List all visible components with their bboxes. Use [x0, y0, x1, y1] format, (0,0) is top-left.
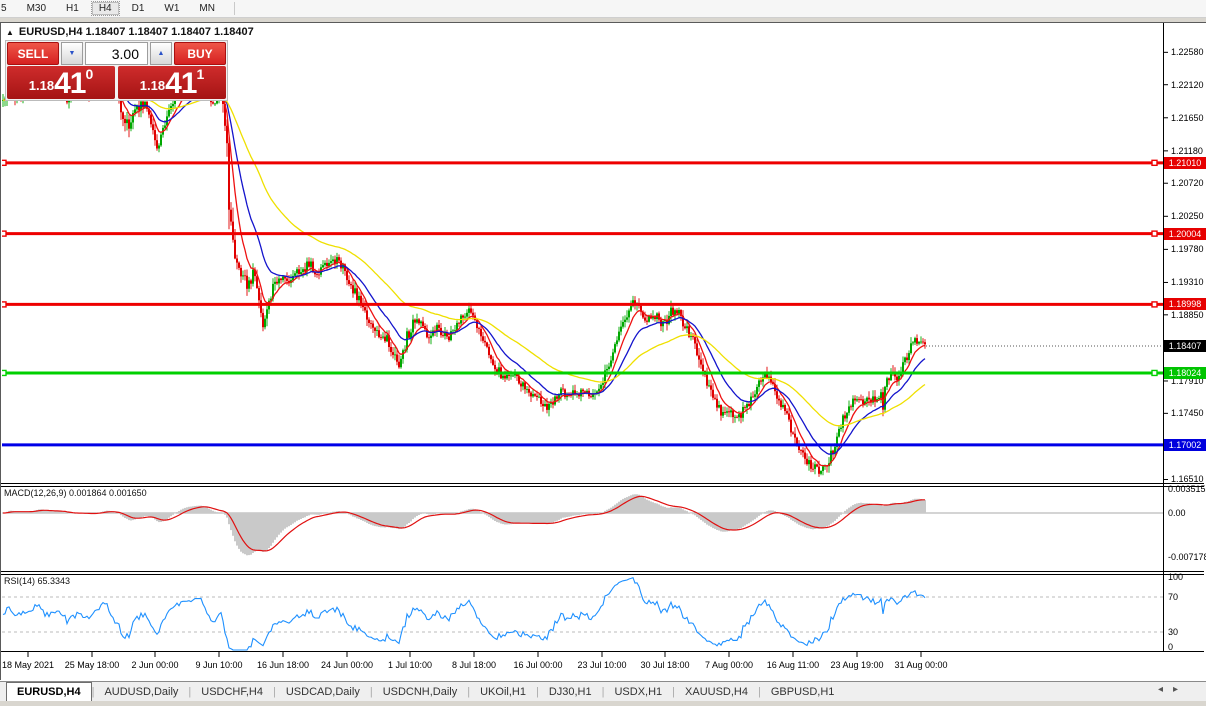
time-axis-label: 9 Jun 10:00: [195, 660, 242, 670]
price-axis-tick: 1.19310: [1171, 277, 1204, 287]
volume-decrease-button[interactable]: ▼: [61, 42, 83, 65]
price-line-badge: 1.21010: [1164, 157, 1206, 169]
macd-axis-tick: 0.003515: [1168, 484, 1206, 494]
price-axis-tick: 1.20720: [1171, 178, 1204, 188]
time-axis-label: 16 Jul 00:00: [513, 660, 562, 670]
price-axis-tick: 1.21650: [1171, 113, 1204, 123]
time-axis-label: 8 Jul 18:00: [452, 660, 496, 670]
status-strip: [0, 701, 1206, 706]
price-line-badge: 1.20004: [1164, 228, 1206, 240]
time-axis-label: 7 Aug 00:00: [705, 660, 753, 670]
chart-title-text: EURUSD,H4 1.18407 1.18407 1.18407 1.1840…: [19, 26, 254, 38]
sell-price-box[interactable]: 1.18410: [7, 66, 115, 99]
rsi-axis-tick: 30: [1168, 627, 1178, 637]
chart-title: ▲ EURUSD,H4 1.18407 1.18407 1.18407 1.184…: [6, 26, 254, 38]
price-axis-tick: 1.19780: [1171, 244, 1204, 254]
time-axis-label: 23 Aug 19:00: [830, 660, 883, 670]
price-axis-tick: 1.21180: [1171, 146, 1203, 156]
time-axis-label: 2 Jun 00:00: [131, 660, 178, 670]
macd-label: MACD(12,26,9) 0.001864 0.001650: [4, 488, 147, 498]
volume-increase-button[interactable]: ▲: [150, 42, 172, 65]
price-chart-canvas[interactable]: [0, 0, 1206, 706]
time-axis-label: 30 Jul 18:00: [640, 660, 689, 670]
buy-price-sup: 1: [196, 67, 204, 81]
trade-panel-row-prices: 1.18410 1.18411: [7, 66, 226, 99]
sell-price-small: 1.18: [29, 74, 54, 98]
tab-scroll-left-icon[interactable]: ◂: [1158, 684, 1163, 695]
time-axis-label: 31 Aug 00:00: [894, 660, 947, 670]
sell-price-sup: 0: [85, 67, 93, 81]
collapse-triangle-icon[interactable]: ▲: [6, 28, 14, 37]
chart-tab-ukoil[interactable]: UKOil,H1: [470, 682, 536, 701]
chart-tab-bar: EURUSD,H4|AUDUSD,Daily|USDCHF,H4|USDCAD,…: [0, 681, 1206, 702]
rsi-label: RSI(14) 65.3343: [4, 576, 70, 586]
tab-scroll-buttons: ◂ ▸: [1158, 684, 1178, 695]
sell-button[interactable]: SELL: [7, 42, 59, 65]
price-axis-tick: 1.22120: [1171, 80, 1204, 90]
buy-price-big: 41: [165, 70, 196, 98]
buy-price-small: 1.18: [140, 74, 165, 98]
rsi-axis-tick: 0: [1168, 642, 1173, 652]
time-axis-label: 25 May 18:00: [65, 660, 120, 670]
price-line-badge: 1.18407: [1164, 340, 1206, 352]
price-line-badge: 1.17002: [1164, 439, 1206, 451]
chart-tab-dj30[interactable]: DJ30,H1: [539, 682, 602, 701]
chart-tab-usdcnh[interactable]: USDCNH,Daily: [373, 682, 468, 701]
trade-panel-row-top: SELL ▼ ▲ BUY: [7, 42, 226, 65]
chart-tab-eurusd[interactable]: EURUSD,H4: [6, 682, 92, 701]
time-axis-label: 16 Jun 18:00: [257, 660, 309, 670]
price-line-badge: 1.18024: [1164, 367, 1206, 379]
time-axis-label: 24 Jun 00:00: [321, 660, 373, 670]
chart-tab-gbpusd[interactable]: GBPUSD,H1: [761, 682, 845, 701]
price-axis-tick: 1.18850: [1171, 310, 1204, 320]
buy-price-box[interactable]: 1.18411: [118, 66, 226, 99]
chart-tab-usdcad[interactable]: USDCAD,Daily: [276, 682, 370, 701]
rsi-axis-tick: 100: [1168, 572, 1183, 582]
tab-scroll-right-icon[interactable]: ▸: [1173, 684, 1178, 695]
sell-price-big: 41: [54, 70, 85, 98]
volume-input[interactable]: [85, 42, 148, 65]
time-axis-label: 16 Aug 11:00: [767, 660, 819, 670]
chart-tab-audusd[interactable]: AUDUSD,Daily: [94, 682, 188, 701]
price-line-badge: 1.18998: [1164, 298, 1206, 310]
time-axis-label: 1 Jul 10:00: [388, 660, 432, 670]
time-axis-label: 23 Jul 10:00: [577, 660, 626, 670]
price-axis-tick: 1.22580: [1171, 47, 1204, 57]
price-axis-tick: 1.20250: [1171, 211, 1204, 221]
chart-tab-xauusd[interactable]: XAUUSD,H4: [675, 682, 758, 701]
one-click-trade-panel: SELL ▼ ▲ BUY 1.18410 1.18411: [5, 40, 228, 101]
macd-axis-tick: -0.007178: [1168, 552, 1206, 562]
macd-axis-tick: 0.00: [1168, 508, 1186, 518]
chart-tab-usdchf[interactable]: USDCHF,H4: [191, 682, 273, 701]
price-axis-tick: 1.17450: [1171, 408, 1204, 418]
time-axis-label: 18 May 2021: [2, 660, 54, 670]
price-axis-tick: 1.16510: [1171, 474, 1204, 484]
buy-button[interactable]: BUY: [174, 42, 226, 65]
rsi-axis-tick: 70: [1168, 592, 1178, 602]
chart-tab-usdx[interactable]: USDX,H1: [604, 682, 672, 701]
